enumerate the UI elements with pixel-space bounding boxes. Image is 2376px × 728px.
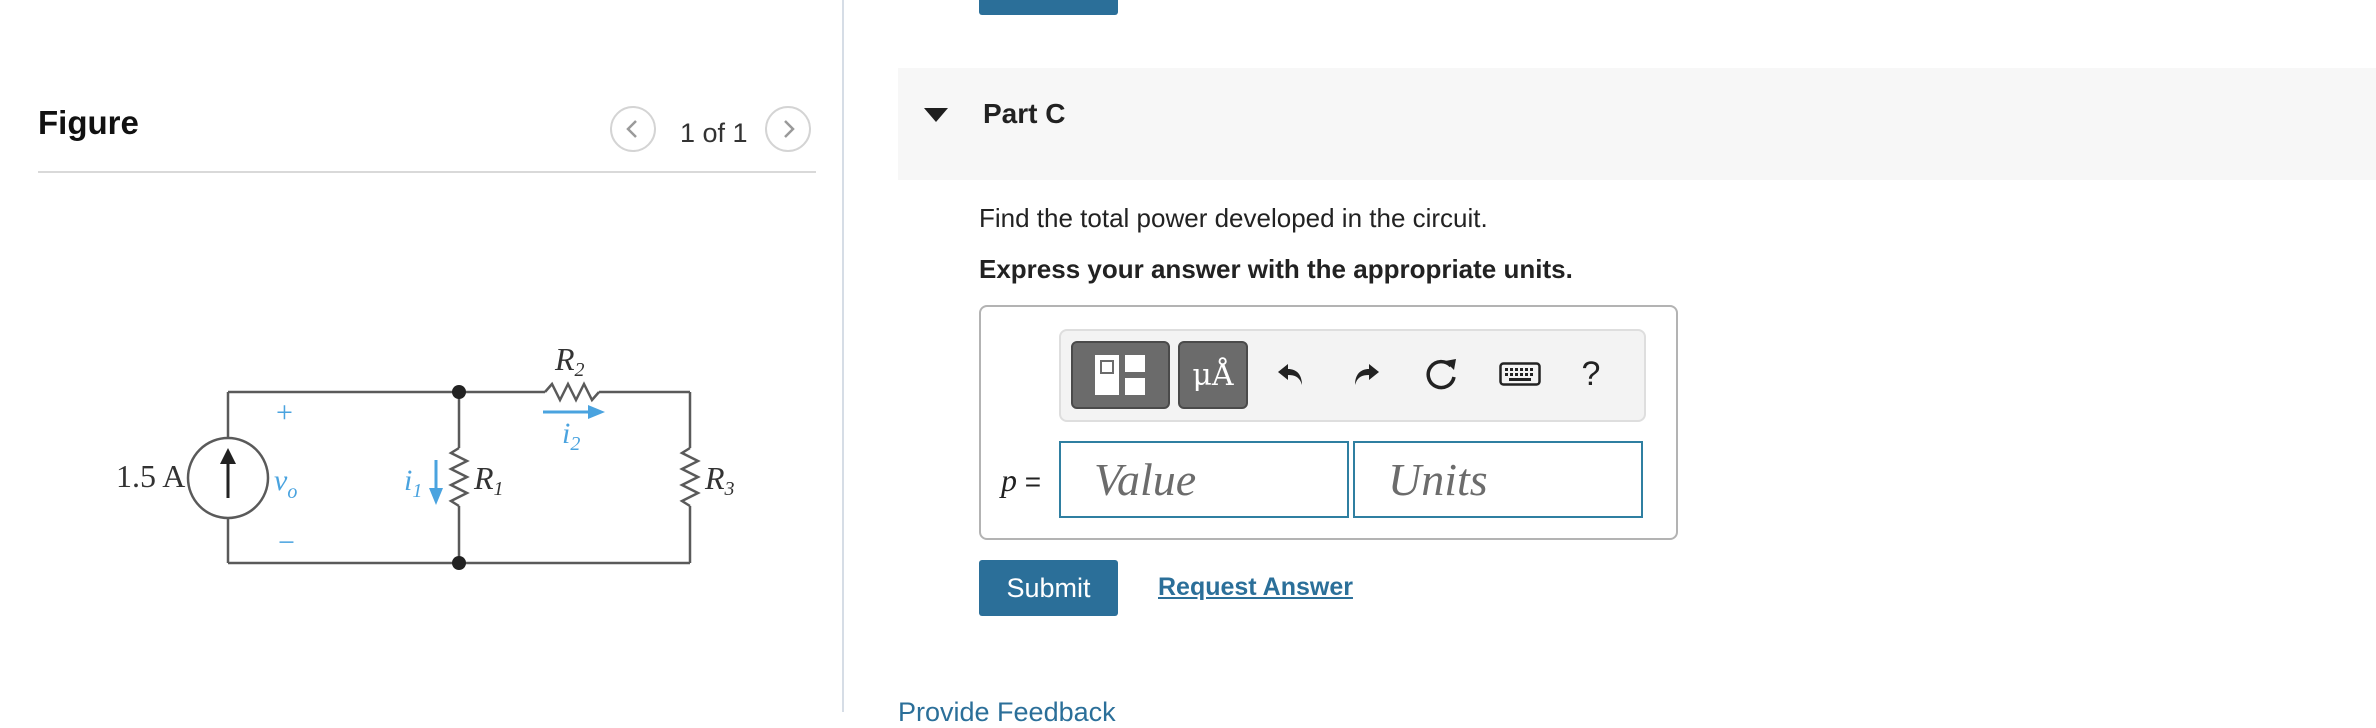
chevron-left-icon [626,120,637,138]
variable-symbol: p [1001,462,1017,498]
units-button[interactable]: μÅ [1178,341,1248,409]
vo-plus-sign: + [276,396,293,429]
r3-resistor [679,446,701,508]
figure-pager: 1 of 1 [680,118,748,148]
i1-arrow-head [429,488,443,505]
r1-label: R1 [473,460,504,500]
i1-label-main: i [404,464,412,497]
keyboard-icon [1499,362,1541,386]
undo-icon [1278,364,1302,385]
part-title: Part C [983,98,1066,129]
answer-box: μÅ ? p = Value Units [979,305,1678,540]
i2-label: i2 [562,417,580,455]
r2-label: R2 [554,341,585,381]
redo-button[interactable] [1341,349,1391,399]
column-divider [842,0,844,712]
instruction-text: Express your answer with the appropriate… [979,254,1573,284]
previous-part-button[interactable] [979,0,1118,15]
vo-label-sub: o [287,481,297,503]
templates-icon [1094,355,1145,395]
i1-label: i1 [404,464,422,502]
r1-label-sub: 1 [494,478,504,500]
question-text: Find the total power developed in the ci… [979,203,1488,233]
i2-label-main: i [562,417,570,450]
chevron-right-icon [784,120,795,138]
provide-feedback-link[interactable]: Provide Feedback [898,697,1116,728]
help-button[interactable]: ? [1566,349,1616,399]
i2-arrow-head [588,405,605,419]
templates-button[interactable] [1071,341,1170,409]
request-answer-link[interactable]: Request Answer [1158,573,1353,602]
circuit-diagram: 1.5 A + vo − i1 i2 R1 R2 R3 [116,341,735,570]
reset-icon [1426,359,1456,390]
r3-label-sub: 3 [724,478,735,500]
caret-down-icon[interactable] [924,108,948,124]
variable-label: p = [1001,462,1041,499]
part-header[interactable]: Part C [898,68,2376,180]
source-arrow-head [220,448,236,464]
r2-resistor [544,381,600,403]
i1-label-sub: 1 [412,480,422,502]
redo-icon [1355,364,1379,385]
r1-label-main: R [473,460,494,496]
figure-title: Figure [38,104,139,141]
submit-button[interactable]: Submit [979,560,1118,616]
bottom-node [452,556,466,570]
r2-label-main: R [554,341,575,377]
source-current-label: 1.5 A [116,458,185,494]
units-input[interactable] [1353,441,1643,518]
figure-divider [38,171,816,173]
vo-label-main: v [274,464,288,497]
r3-label-main: R [704,460,725,496]
math-toolbar: μÅ ? [1059,329,1646,422]
undo-button[interactable] [1266,349,1316,399]
i2-label-sub: 2 [570,433,580,455]
reset-button[interactable] [1417,349,1467,399]
top-node [452,385,466,399]
r1-resistor [448,446,470,508]
keyboard-button[interactable] [1493,349,1547,399]
r2-label-sub: 2 [575,359,585,381]
value-input[interactable] [1059,441,1349,518]
next-figure-button[interactable] [765,106,811,152]
vo-minus-sign: − [278,526,295,559]
r3-label: R3 [704,460,735,500]
previous-figure-button[interactable] [610,106,656,152]
equals-sign: = [1017,466,1042,497]
vo-label: vo [274,464,297,503]
